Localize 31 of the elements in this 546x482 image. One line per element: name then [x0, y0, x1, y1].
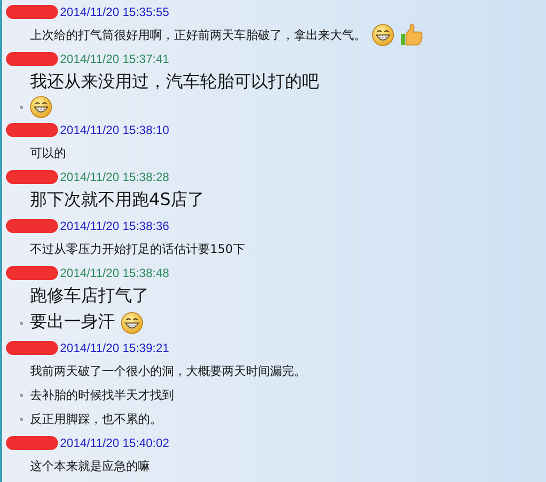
message-time: 2014/11/20 15:35:55 [60, 4, 170, 20]
redaction-mark [6, 52, 58, 66]
message-text: 我还从来没用过，汽车轮胎可以打的吧 [30, 71, 319, 94]
message-time: 2014/11/20 15:38:36 [60, 218, 170, 234]
message-time: 2014/11/20 15:37:41 [60, 50, 170, 68]
message-time: 2014/11/20 15:38:48 [60, 264, 170, 282]
message-text: 上次给的打气筒很好用啊，正好前两天车胎破了，拿出来大气。 [30, 27, 366, 44]
message-text: 要出一身汗 [30, 311, 115, 334]
message-text: 这个本来就是应急的嘛 [30, 458, 150, 475]
grinning-face-icon [372, 24, 394, 46]
redaction-mark [6, 122, 58, 136]
message-text: 不过从零压力开始打足的话估计要150下 [30, 241, 245, 258]
redaction-mark [6, 170, 58, 184]
grinning-face-icon [121, 312, 143, 334]
redaction-mark [6, 266, 58, 280]
redaction-mark [6, 218, 58, 232]
message-text: 我前两天破了一个很小的洞，大概要两天时间漏完。 [30, 363, 306, 380]
grinning-face-icon [30, 96, 52, 118]
message-time: 2014/11/20 15:39:21 [60, 340, 170, 356]
message-time: 2014/11/20 15:40:02 [60, 434, 170, 452]
redaction-mark [6, 340, 58, 354]
message-text: 可以的 [30, 145, 66, 162]
message-time: 2014/11/20 15:38:10 [60, 122, 170, 138]
thumbs-up-icon [400, 23, 424, 47]
message-text: 跑修车店打气了 [30, 285, 149, 308]
message-text: 去补胎的时候找半天才找到 [30, 387, 174, 404]
message-time: 2014/11/20 15:38:28 [60, 168, 170, 186]
message-text: 那下次就不用跑4S店了 [30, 189, 205, 212]
redaction-mark [6, 436, 58, 450]
message-text: 反正用脚踩，也不累的。 [30, 411, 162, 428]
redaction-mark [6, 4, 58, 18]
